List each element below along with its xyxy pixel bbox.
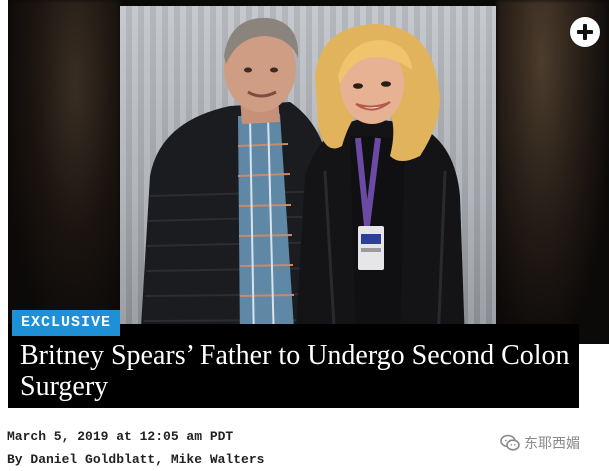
- plus-icon-vertical: [583, 24, 587, 40]
- woman-figure: [295, 24, 465, 344]
- article-page: Britney Spears’ Father to Undergo Second…: [0, 0, 609, 471]
- watermark-text: 东耶西媚: [524, 436, 580, 452]
- article-headline: Britney Spears’ Father to Undergo Second…: [20, 340, 570, 402]
- hero-image[interactable]: [8, 0, 609, 344]
- wechat-icon: [500, 434, 520, 451]
- expand-image-button[interactable]: [570, 17, 600, 47]
- author-byline: By Daniel Goldblatt, Mike Walters: [7, 452, 265, 467]
- publish-date: March 5, 2019 at 12:05 am PDT: [7, 429, 234, 444]
- exclusive-badge: EXCLUSIVE: [12, 310, 121, 336]
- hero-blur-right: [497, 0, 609, 344]
- photo-people-illustration: [140, 17, 465, 344]
- headline-box: Britney Spears’ Father to Undergo Second…: [8, 324, 579, 408]
- hero-blur-left: [8, 0, 120, 344]
- article-photo[interactable]: [120, 6, 496, 344]
- watermark: 东耶西媚: [500, 433, 580, 453]
